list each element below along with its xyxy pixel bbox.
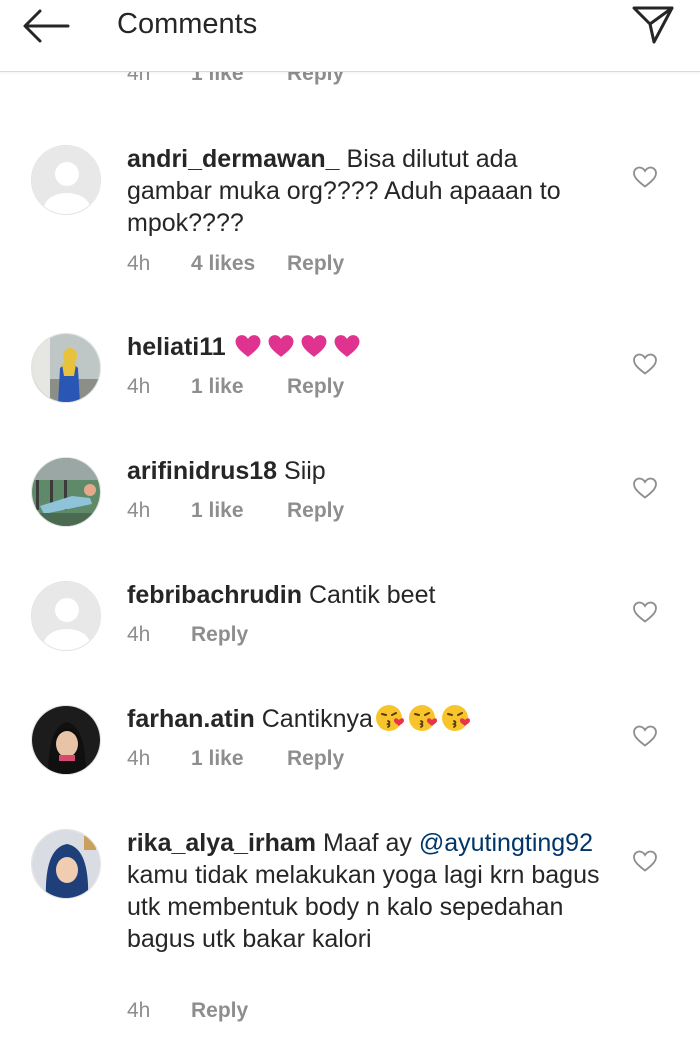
avatar[interactable] bbox=[31, 829, 101, 899]
comment-likes[interactable]: 1 like bbox=[191, 747, 287, 771]
comments-header: Comments bbox=[0, 0, 700, 72]
like-heart-icon[interactable] bbox=[632, 600, 658, 624]
like-heart-icon[interactable] bbox=[632, 165, 658, 189]
comment-username[interactable]: febribachrudin bbox=[127, 581, 302, 609]
reply-button[interactable]: Reply bbox=[287, 252, 344, 276]
reply-button[interactable]: Reply bbox=[191, 999, 248, 1023]
mention-link[interactable]: @ayutingting92 bbox=[419, 829, 593, 857]
kissing-emoji-group bbox=[373, 705, 472, 733]
heart-emoji-icon bbox=[301, 335, 327, 357]
default-avatar-icon bbox=[32, 146, 100, 214]
comment-body: farhan.atin Cantiknya bbox=[127, 703, 607, 735]
comment-username[interactable]: heliati11 bbox=[127, 333, 226, 361]
comment-text: Siip bbox=[284, 457, 326, 485]
comment-body: arifinidrus18 Siip bbox=[127, 455, 607, 487]
kissing-face-emoji-icon bbox=[375, 705, 404, 731]
comment-body: andri_dermawan_ Bisa dilutut ada gambar … bbox=[127, 143, 607, 239]
heart-emoji-icon bbox=[268, 335, 294, 357]
back-arrow-icon bbox=[23, 9, 70, 43]
reply-button[interactable]: Reply bbox=[287, 375, 344, 399]
comment-text: Cantiknya bbox=[261, 705, 373, 733]
page-title: Comments bbox=[117, 8, 258, 40]
kissing-face-emoji-icon bbox=[441, 705, 470, 731]
comment-likes[interactable]: 1 like bbox=[191, 375, 287, 399]
share-button[interactable] bbox=[628, 2, 678, 46]
avatar[interactable] bbox=[31, 333, 101, 403]
like-heart-icon[interactable] bbox=[632, 352, 658, 376]
kissing-face-emoji-icon bbox=[408, 705, 437, 731]
avatar[interactable] bbox=[31, 457, 101, 527]
comment-body: rika_alya_irham Maaf ay @ayutingting92 k… bbox=[127, 827, 607, 955]
default-avatar-icon bbox=[32, 582, 100, 650]
comment-body: heliati11 bbox=[127, 331, 607, 363]
like-heart-icon[interactable] bbox=[632, 849, 658, 873]
comment-likes[interactable]: 4 likes bbox=[191, 252, 287, 276]
comment-username[interactable]: rika_alya_irham bbox=[127, 829, 316, 857]
comment-text-continued: kamu tidak melakukan yoga lagi krn bagus… bbox=[127, 861, 600, 953]
comment-text: Maaf ay bbox=[322, 829, 412, 857]
user-photo-icon bbox=[32, 458, 100, 526]
avatar[interactable] bbox=[31, 705, 101, 775]
comment-time: 4h bbox=[127, 999, 151, 1022]
comment-time: 4h bbox=[127, 499, 151, 522]
comment-likes[interactable]: 1 like bbox=[191, 499, 287, 523]
comment-time: 4h bbox=[127, 623, 151, 646]
comment-time: 4h bbox=[127, 252, 151, 275]
heart-emoji-icon bbox=[235, 335, 261, 357]
comment-time: 4h bbox=[127, 375, 151, 398]
like-heart-icon[interactable] bbox=[632, 476, 658, 500]
paper-plane-icon bbox=[632, 6, 674, 44]
user-photo-icon bbox=[32, 830, 100, 898]
user-photo-icon bbox=[32, 334, 100, 402]
back-button[interactable] bbox=[18, 4, 74, 48]
comment-text: Cantik beet bbox=[308, 581, 436, 609]
reply-button[interactable]: Reply bbox=[287, 499, 344, 523]
like-heart-icon[interactable] bbox=[632, 724, 658, 748]
comment-username[interactable]: arifinidrus18 bbox=[127, 457, 277, 485]
comment-username[interactable]: farhan.atin bbox=[127, 705, 255, 733]
comment-username[interactable]: andri_dermawan_ bbox=[127, 145, 340, 173]
avatar[interactable] bbox=[31, 581, 101, 651]
reply-button[interactable]: Reply bbox=[287, 747, 344, 771]
avatar[interactable] bbox=[31, 145, 101, 215]
heart-emoji-group bbox=[233, 333, 365, 361]
user-photo-icon bbox=[32, 706, 100, 774]
comment-body: febribachrudin Cantik beet bbox=[127, 579, 607, 611]
heart-emoji-icon bbox=[334, 335, 360, 357]
reply-button[interactable]: Reply bbox=[191, 623, 248, 647]
comment-time: 4h bbox=[127, 747, 151, 770]
